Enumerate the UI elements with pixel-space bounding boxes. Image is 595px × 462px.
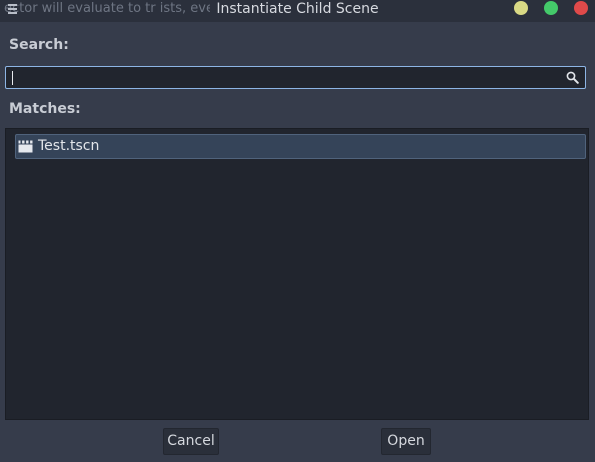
- search-label: Search:: [9, 37, 69, 53]
- open-button[interactable]: Open: [381, 428, 431, 455]
- scene-icon: [18, 140, 33, 153]
- close-button[interactable]: [574, 1, 588, 15]
- list-item[interactable]: Test.tscn: [15, 134, 586, 159]
- window-title-text: Instantiate Child Scene: [210, 1, 385, 17]
- matches-label: Matches:: [9, 101, 81, 117]
- title-bar: ector will evaluate to tr ists, even if …: [0, 0, 595, 22]
- search-input[interactable]: [14, 68, 566, 89]
- list-item-label: Test.tscn: [38, 138, 100, 154]
- search-field[interactable]: [5, 66, 586, 89]
- minimize-button[interactable]: [514, 1, 528, 15]
- instantiate-child-scene-dialog: ector will evaluate to tr ists, even if …: [0, 0, 595, 462]
- menu-icon[interactable]: [8, 4, 17, 14]
- search-icon: [566, 71, 579, 84]
- window-title: Instantiate Child Scene: [0, 1, 595, 18]
- maximize-button[interactable]: [544, 1, 558, 15]
- matches-list: Test.tscn: [5, 128, 589, 420]
- cancel-button[interactable]: Cancel: [163, 428, 219, 455]
- text-caret: [12, 71, 13, 85]
